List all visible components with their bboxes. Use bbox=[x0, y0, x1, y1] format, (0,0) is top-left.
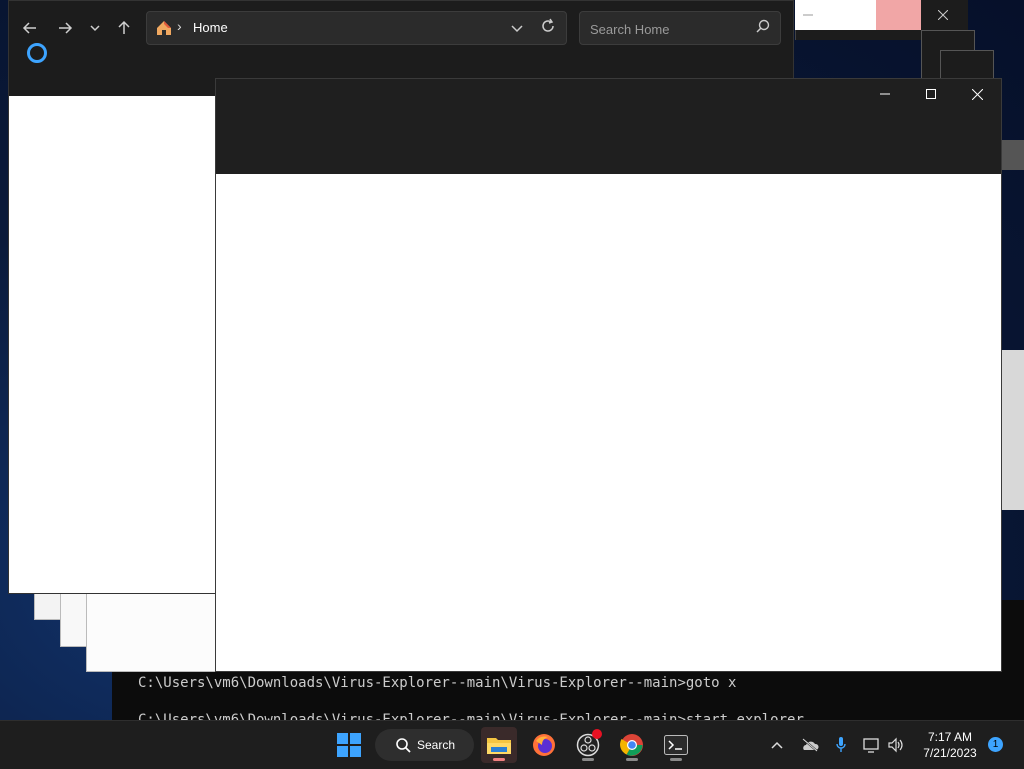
loading-spinner-icon bbox=[27, 43, 47, 63]
notification-badge[interactable]: 1 bbox=[988, 737, 1003, 752]
maximize-button[interactable] bbox=[908, 79, 954, 109]
network-icon[interactable] bbox=[863, 737, 881, 753]
address-bar[interactable]: › Home bbox=[146, 11, 567, 45]
up-button[interactable] bbox=[111, 15, 137, 41]
search-icon[interactable] bbox=[756, 19, 770, 33]
home-icon bbox=[157, 21, 171, 35]
start-button[interactable] bbox=[331, 727, 367, 763]
taskbar-firefox[interactable] bbox=[526, 727, 562, 763]
clock-date: 7/21/2023 bbox=[923, 746, 977, 760]
console-line: C:\Users\vm6\Downloads\Virus-Explorer--m… bbox=[138, 675, 737, 691]
firefox-icon bbox=[533, 734, 555, 756]
ghost-window-edge bbox=[1000, 350, 1024, 510]
minimize-button[interactable] bbox=[862, 79, 908, 109]
minimize-icon bbox=[880, 93, 890, 95]
breadcrumb-home[interactable]: Home bbox=[193, 20, 228, 35]
close-icon[interactable] bbox=[938, 10, 948, 20]
taskbar-obs[interactable] bbox=[570, 727, 606, 763]
taskbar: Search 7:17 AM 7/21/2023 1 bbox=[0, 720, 1024, 769]
terminal-icon bbox=[664, 735, 688, 755]
search-box[interactable] bbox=[579, 11, 781, 45]
arrow-right-icon bbox=[59, 22, 73, 34]
clock-time: 7:17 AM bbox=[927, 730, 973, 744]
forward-button[interactable] bbox=[52, 15, 78, 41]
search-input[interactable] bbox=[588, 18, 752, 40]
refresh-icon[interactable] bbox=[540, 17, 556, 37]
taskbar-search-button[interactable]: Search bbox=[375, 729, 474, 761]
maximize-icon bbox=[926, 89, 936, 99]
chevron-down-icon bbox=[90, 25, 100, 32]
clock[interactable]: 7:17 AM 7/21/2023 bbox=[915, 729, 985, 761]
taskbar-chrome[interactable] bbox=[614, 727, 650, 763]
folder-icon bbox=[487, 738, 511, 754]
close-icon bbox=[971, 88, 983, 100]
running-indicator bbox=[626, 758, 638, 761]
chevron-down-icon[interactable] bbox=[511, 18, 523, 38]
ghost-window bbox=[86, 590, 228, 672]
ghost-close-button[interactable] bbox=[876, 0, 921, 30]
search-icon bbox=[396, 738, 411, 753]
taskbar-file-explorer[interactable] bbox=[481, 727, 517, 763]
minimize-icon bbox=[803, 14, 813, 16]
volume-icon[interactable] bbox=[887, 737, 905, 753]
windows-logo-icon bbox=[337, 733, 361, 757]
arrow-up-icon bbox=[118, 20, 130, 34]
explorer-window-foreground[interactable] bbox=[215, 78, 1002, 672]
onedrive-offline-icon[interactable] bbox=[801, 738, 819, 752]
ghost-window-edge bbox=[1000, 140, 1024, 170]
chevron-up-icon[interactable] bbox=[771, 740, 783, 750]
running-indicator bbox=[670, 758, 682, 761]
taskbar-search-label: Search bbox=[417, 738, 456, 752]
breadcrumb-separator: › bbox=[177, 18, 182, 34]
close-button[interactable] bbox=[954, 79, 1000, 109]
back-button[interactable] bbox=[17, 15, 43, 41]
chrome-icon bbox=[620, 734, 643, 756]
window-content-area[interactable] bbox=[216, 174, 1001, 671]
taskbar-terminal[interactable] bbox=[658, 727, 694, 763]
arrow-left-icon bbox=[22, 22, 36, 34]
running-indicator bbox=[582, 758, 594, 761]
recent-locations-button[interactable] bbox=[82, 15, 108, 41]
microphone-icon[interactable] bbox=[836, 736, 846, 754]
recording-badge bbox=[592, 729, 602, 739]
active-indicator bbox=[493, 758, 505, 761]
